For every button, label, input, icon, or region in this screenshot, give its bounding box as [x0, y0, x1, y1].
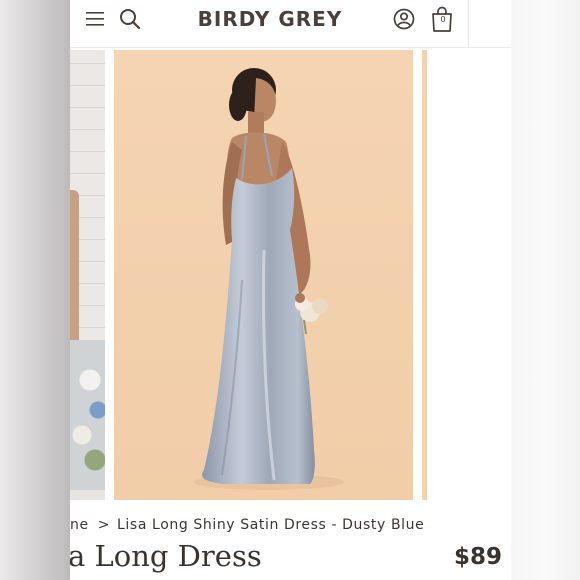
breadcrumb-current-item: Lisa Long Shiny Satin Dress - Dusty Blue — [117, 517, 425, 533]
model-photo-illustration — [114, 50, 413, 500]
previous-product-image[interactable] — [70, 50, 105, 500]
search-icon[interactable] — [118, 7, 142, 31]
product-image-carousel[interactable] — [70, 48, 511, 500]
phone-screen: BIRDY GREY 0 ne > Lisa Long Shiny Satin … — [70, 0, 511, 580]
product-price: $89 — [453, 544, 502, 570]
breadcrumb-separator: > — [97, 517, 111, 533]
cart-count-badge: 0 — [440, 15, 446, 24]
blurred-left-margin — [0, 0, 70, 580]
blurred-right-margin — [511, 0, 580, 580]
breadcrumb-home-link[interactable]: ne — [70, 517, 89, 533]
product-title: a Long Dress — [70, 539, 262, 573]
site-header: BIRDY GREY 0 — [70, 0, 511, 48]
account-icon[interactable] — [392, 7, 416, 31]
flower-bouquet — [70, 340, 105, 490]
breadcrumb: ne > Lisa Long Shiny Satin Dress - Dusty B… — [70, 517, 511, 533]
header-edge-divider — [468, 0, 469, 48]
main-product-image[interactable] — [114, 50, 413, 500]
brand-logo[interactable]: BIRDY GREY — [190, 7, 350, 31]
hamburger-menu-icon[interactable] — [84, 10, 106, 28]
next-product-image[interactable] — [422, 50, 427, 500]
